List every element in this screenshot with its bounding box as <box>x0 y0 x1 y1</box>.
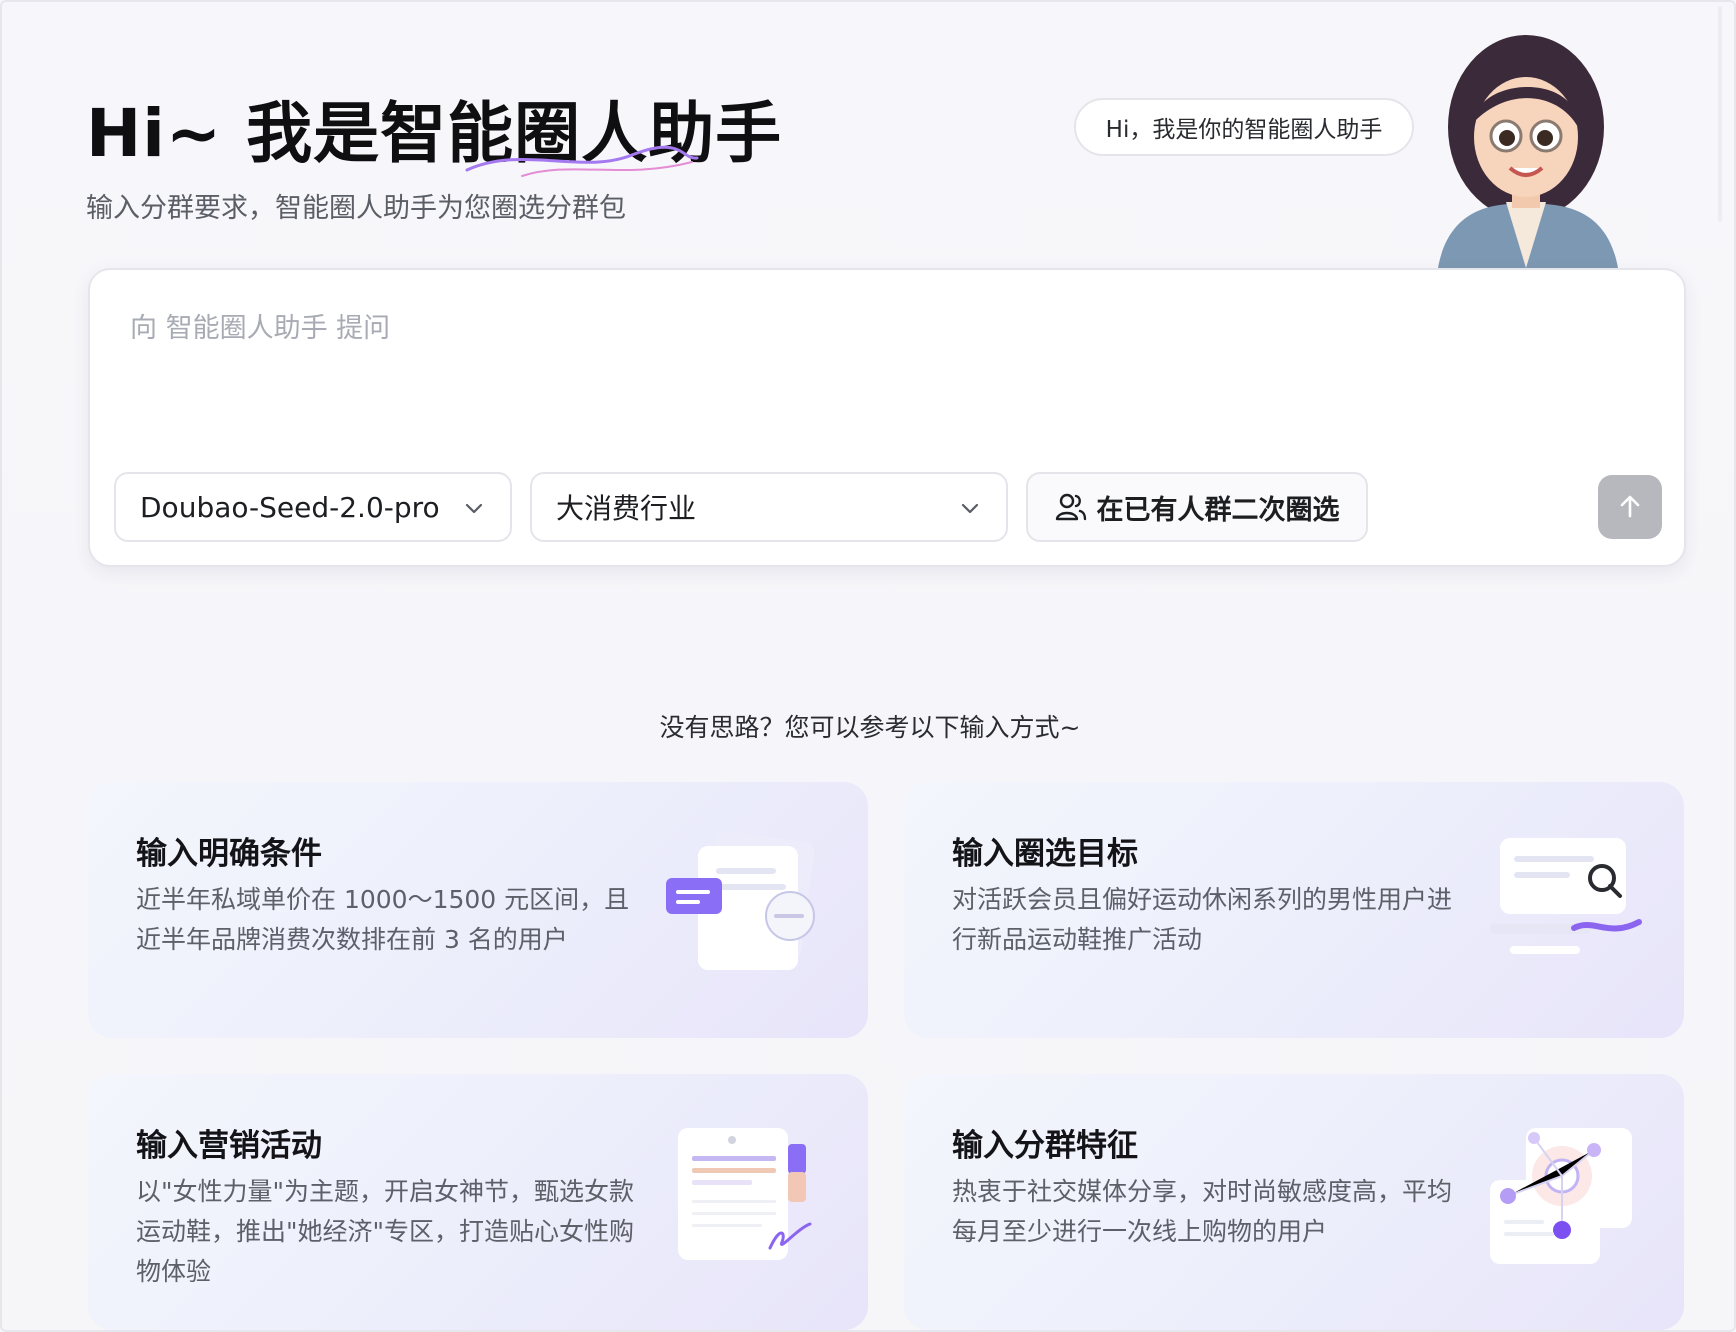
page-subtitle: 输入分群要求，智能圈人助手为您圈选分群包 <box>86 193 626 224</box>
reselect-audience-button[interactable]: 在已有人群二次圈选 <box>1026 472 1368 542</box>
suggestion-card-campaign[interactable]: 输入营销活动 以"女性力量"为主题，开启女神节，甄选女款运动鞋，推出"她经济"专… <box>88 1074 868 1330</box>
suggestion-card-target[interactable]: 输入圈选目标 对活跃会员且偏好运动休闲系列的男性用户进行新品运动鞋推广活动 <box>904 782 1684 1038</box>
card-title: 输入圈选目标 <box>952 836 1138 872</box>
card-title: 输入分群特征 <box>952 1128 1138 1164</box>
model-select[interactable]: Doubao-Seed-2.0-pro <box>114 472 512 542</box>
suggestion-card-segment-features[interactable]: 输入分群特征 热衷于社交媒体分享，对时尚敏感度高，平均每月至少进行一次线上购物的… <box>904 1074 1684 1330</box>
industry-select-value: 大消费行业 <box>556 492 697 525</box>
suggestion-card-explicit-conditions[interactable]: 输入明确条件 近半年私域单价在 1000～1500 元区间，且近半年品牌消费次数… <box>88 782 868 1038</box>
card-description: 对活跃会员且偏好运动休闲系列的男性用户进行新品运动鞋推广活动 <box>952 885 1453 954</box>
app-frame: Hi~ 我是智能圈人助手 输入分群要求，智能圈人助手为您圈选分群包 Hi，我是你… <box>0 0 1736 1332</box>
greeting-bubble: Hi，我是你的智能圈人助手 <box>1074 98 1414 156</box>
clipboard-icon <box>678 1128 812 1260</box>
card-description: 热衷于社交媒体分享，对时尚敏感度高，平均每月至少进行一次线上购物的用户 <box>952 1177 1453 1246</box>
search-card-icon <box>1490 838 1642 954</box>
card-description: 以"女性力量"为主题，开启女神节，甄选女款运动鞋，推出"她经济"专区，打造贴心女… <box>136 1177 634 1286</box>
prompt-card: 向 智能圈人助手 提问 Doubao-Seed-2.0-pro 大消费行业 在已… <box>88 268 1686 567</box>
model-select-value: Doubao-Seed-2.0-pro <box>140 490 440 524</box>
title-underline-decoration <box>465 145 699 177</box>
document-tag-icon <box>666 830 815 970</box>
card-title: 输入明确条件 <box>136 836 322 872</box>
chevron-down-icon <box>465 503 483 514</box>
greeting-text: Hi，我是你的智能圈人助手 <box>1105 117 1383 143</box>
chevron-down-icon <box>961 503 979 514</box>
arrow-up-icon <box>1620 495 1640 518</box>
prompt-input[interactable]: 向 智能圈人助手 提问 <box>130 306 390 345</box>
send-button[interactable] <box>1598 475 1662 539</box>
network-nodes-icon <box>1490 1128 1632 1264</box>
card-title: 输入营销活动 <box>136 1128 322 1164</box>
suggestion-hint: 没有思路？您可以参考以下输入方式~ <box>659 713 1081 742</box>
assistant-avatar <box>1438 35 1618 268</box>
industry-select[interactable]: 大消费行业 <box>530 472 1008 542</box>
card-description: 近半年私域单价在 1000～1500 元区间，且近半年品牌消费次数排在前 3 名… <box>136 885 630 954</box>
scrollbar[interactable] <box>1718 6 1722 222</box>
reselect-audience-label: 在已有人群二次圈选 <box>1096 494 1340 526</box>
users-icon <box>1055 493 1086 521</box>
